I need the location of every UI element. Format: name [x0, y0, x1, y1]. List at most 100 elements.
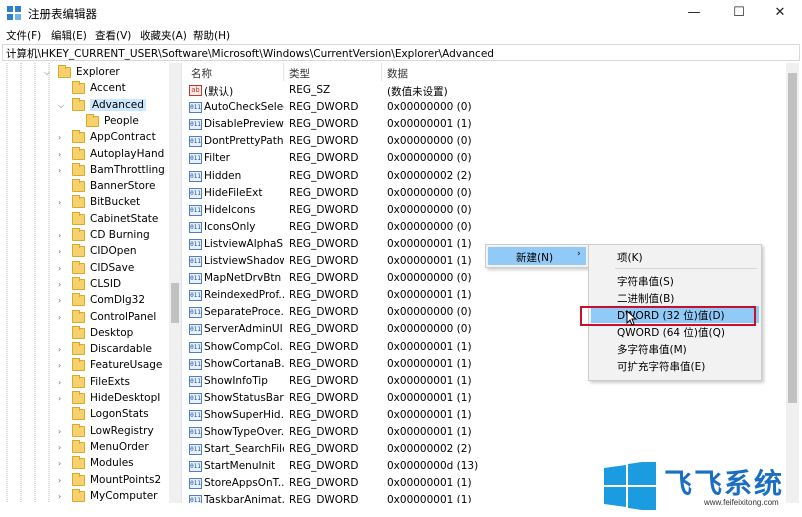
minimize-button[interactable]: — [672, 0, 716, 26]
value-row[interactable]: 011Start_SearchFiles REG_DWORD 0x00000002 … [185, 441, 785, 458]
expand-chevron-icon[interactable]: › [58, 244, 68, 260]
menu-edit[interactable]: 编辑(E) [51, 28, 87, 43]
tree-node[interactable]: › CIDSave [2, 260, 168, 277]
key-tree[interactable]: ⌵ Explorer Accent ⌵ Advanced People › AppContra… [2, 63, 182, 503]
column-separator[interactable] [283, 63, 284, 81]
value-row[interactable]: 011 DontPrettyPath REG_DWORD 0x00000000 (0) [185, 133, 785, 150]
value-row[interactable]: 011 Hidden REG_DWORD 0x00000002 (2) [185, 168, 785, 185]
value-row[interactable]: 011 ShowTypeOver... REG_DWORD 0x00000001 (1… [185, 424, 785, 441]
value-data: 0x00000001 (1) [387, 289, 472, 302]
tree-node[interactable]: › FeatureUsage [2, 358, 168, 374]
value-row[interactable]: 011 HideIcons REG_DWORD 0x00000000 (0) [185, 202, 785, 219]
close-button[interactable]: ✕ [758, 0, 802, 26]
submenu-item[interactable]: 字符串值(S) [591, 272, 759, 289]
submenu-item[interactable]: 项(K) [591, 248, 759, 265]
expand-chevron-icon[interactable]: › [58, 358, 68, 374]
tree-node-label: CD Burning [90, 229, 150, 241]
value-row[interactable]: ab (默认) REG_SZ (数值未设置) [185, 82, 785, 99]
tree-node[interactable]: › Modules [2, 456, 168, 472]
tree-node[interactable]: BannerStore [2, 179, 168, 195]
tree-node[interactable]: › HideDesktopI [2, 391, 168, 407]
expand-chevron-icon[interactable]: › [58, 228, 68, 244]
value-row[interactable]: 011 ShowStatusBar REG_DWORD 0x00000001 (1) [185, 390, 785, 407]
tree-node[interactable]: › AutoplayHand [2, 146, 168, 163]
expand-chevron-icon[interactable]: › [58, 375, 68, 391]
expand-chevron-icon[interactable]: › [58, 440, 68, 456]
tree-node[interactable]: Accent [2, 81, 168, 97]
menu-item-new[interactable]: 新建(N) › [488, 247, 586, 265]
value-name: TaskbarAnimat... [204, 494, 284, 503]
expand-chevron-icon[interactable]: › [58, 489, 68, 503]
tree-node[interactable]: CabinetState [2, 211, 168, 228]
submenu-item[interactable]: 可扩充字符串值(E) [591, 357, 759, 374]
dword-value-icon: 011 [189, 102, 202, 114]
value-row[interactable]: 011 IconsOnly REG_DWORD 0x00000000 (0) [185, 219, 785, 236]
maximize-button[interactable]: ☐ [717, 0, 761, 26]
tree-node[interactable]: › BamThrottling [2, 162, 168, 179]
value-data: 0x00000001 (1) [387, 118, 472, 131]
value-row[interactable]: 011 ShowSuperHid... REG_DWORD 0x00000001 (1… [185, 407, 785, 424]
tree-scrollbar[interactable] [169, 63, 181, 503]
list-scrollbar-thumb[interactable] [788, 73, 797, 403]
value-type: REG_DWORD [289, 186, 359, 199]
expand-chevron-icon[interactable]: › [58, 163, 68, 179]
expand-chevron-icon[interactable]: › [58, 473, 68, 489]
column-header-name[interactable]: 名称 [191, 66, 212, 81]
tree-node[interactable]: Desktop [2, 325, 168, 342]
address-bar[interactable]: 计算机\HKEY_CURRENT_USER\Software\Microsoft… [2, 44, 800, 61]
folder-icon [72, 130, 85, 144]
tree-node[interactable]: ⌵ Explorer [2, 65, 168, 81]
dword-value-icon: 011 [189, 341, 202, 353]
tree-node[interactable]: › FileExts [2, 374, 168, 391]
tree-node[interactable]: › ControlPanel [2, 309, 168, 326]
tree-node[interactable]: › AppContract [2, 130, 168, 146]
value-name: ShowSuperHid... [204, 408, 284, 421]
folder-icon [72, 162, 85, 176]
expand-chevron-icon[interactable]: › [58, 277, 68, 293]
expand-chevron-icon[interactable]: › [58, 261, 68, 277]
expand-chevron-icon[interactable]: › [58, 342, 68, 358]
menu-favorites[interactable]: 收藏夹(A) [140, 28, 187, 43]
expand-chevron-icon[interactable]: › [58, 147, 68, 163]
value-type: REG_DWORD [289, 460, 359, 473]
tree-node[interactable]: › MyComputer [2, 488, 168, 503]
tree-node[interactable]: › MountPoints2 [2, 472, 168, 489]
expand-chevron-icon[interactable]: › [58, 456, 68, 472]
tree-node[interactable]: › CLSID [2, 276, 168, 293]
tree-node[interactable]: › ComDlg32 [2, 293, 168, 309]
menu-view[interactable]: 查看(V) [95, 28, 131, 43]
expand-chevron-icon[interactable]: › [58, 195, 68, 211]
column-separator[interactable] [381, 63, 382, 81]
tree-node[interactable]: › Discardable [2, 342, 168, 358]
tree-node[interactable]: › BitBucket [2, 195, 168, 211]
tree-node[interactable]: People [2, 113, 168, 130]
list-scrollbar[interactable] [786, 63, 799, 503]
expand-chevron-icon[interactable]: ⌵ [58, 98, 68, 114]
expand-chevron-icon[interactable]: › [58, 424, 68, 440]
submenu-item[interactable]: 二进制值(B) [591, 289, 759, 306]
tree-node[interactable]: › CIDOpen [2, 244, 168, 260]
submenu-item[interactable]: 多字符串值(M) [591, 340, 759, 357]
tree-node[interactable]: › MenuOrder [2, 439, 168, 456]
column-header-data[interactable]: 数据 [387, 66, 408, 81]
expand-chevron-icon[interactable]: › [58, 293, 68, 309]
tree-node-label: People [104, 114, 139, 127]
tree-node[interactable]: › CD Burning [2, 228, 168, 244]
expand-chevron-icon[interactable]: ⌵ [44, 65, 54, 81]
menu-help[interactable]: 帮助(H) [193, 28, 230, 43]
value-row[interactable]: 011AutoCheckSelect REG_DWORD 0x00000000 (0… [185, 99, 785, 116]
value-row[interactable]: 011 Filter REG_DWORD 0x00000000 (0) [185, 150, 785, 167]
tree-scrollbar-thumb[interactable] [171, 283, 179, 323]
expand-chevron-icon[interactable]: › [58, 130, 68, 146]
tree-node[interactable]: ⌵ Advanced [2, 97, 168, 114]
tree-node[interactable]: › LowRegistry [2, 423, 168, 440]
value-row[interactable]: 011 DisablePreview... REG_DWORD 0x00000001 … [185, 116, 785, 133]
tree-node-label: LowRegistry [90, 424, 154, 437]
menu-file[interactable]: 文件(F) [6, 28, 41, 43]
expand-chevron-icon[interactable]: › [58, 310, 68, 326]
column-header-type[interactable]: 类型 [289, 66, 310, 81]
expand-chevron-icon[interactable]: › [58, 391, 68, 407]
tree-node[interactable]: LogonStats [2, 407, 168, 423]
tree-node-label: AutoplayHand [90, 147, 165, 160]
value-row[interactable]: 011 HideFileExt REG_DWORD 0x00000000 (0) [185, 185, 785, 202]
